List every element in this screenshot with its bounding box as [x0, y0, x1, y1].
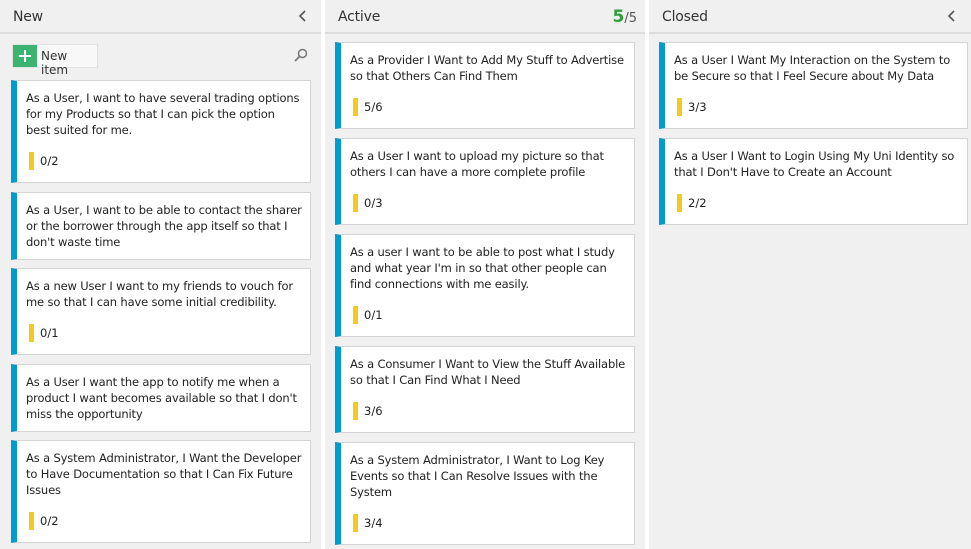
task-count: 0/3 [364, 196, 383, 210]
column-header-closed: Closed [649, 0, 971, 34]
card[interactable]: As a user I want to be able to post what… [335, 234, 635, 337]
task-progress-bar [353, 402, 358, 420]
task-count: 3/4 [364, 516, 383, 530]
column-active: Active 5/5 As a Provider I Want to Add M… [325, 0, 645, 549]
kanban-board: New New item As a User, I want to have s… [0, 0, 971, 549]
card-title[interactable]: As a System Administrator, I Want the De… [26, 450, 302, 498]
column-header-active: Active 5/5 [325, 0, 645, 34]
new-item-button[interactable]: New item [12, 44, 98, 77]
card[interactable]: As a System Administrator, I Want to Log… [335, 442, 635, 545]
wip-max: /5 [624, 11, 637, 26]
column-header-new: New [0, 0, 321, 34]
task-count: 0/1 [364, 308, 383, 322]
new-item-label: New item [41, 49, 69, 77]
card-title[interactable]: As a User, I want to have several tradin… [26, 90, 302, 138]
column-closed: Closed As a User I Want My Interaction o… [649, 0, 971, 549]
column-title: Closed [662, 9, 708, 25]
task-progress-bar [353, 514, 358, 532]
task-progress-bar [29, 324, 34, 342]
task-count: 3/6 [364, 404, 383, 418]
card-title[interactable]: As a User I want the app to notify me wh… [26, 374, 302, 422]
card-title[interactable]: As a System Administrator, I Want to Log… [350, 452, 626, 500]
card-title[interactable]: As a User I want to upload my picture so… [350, 148, 626, 180]
task-count: 5/6 [364, 100, 383, 114]
card-title[interactable]: As a Consumer I Want to View the Stuff A… [350, 356, 626, 388]
card[interactable]: As a Consumer I Want to View the Stuff A… [335, 346, 635, 433]
card-title[interactable]: As a User, I want to be able to contact … [26, 202, 302, 250]
card[interactable]: As a User I Want My Interaction on the S… [659, 42, 968, 129]
card[interactable]: As a User I want to upload my picture so… [335, 138, 635, 225]
card-title[interactable]: As a Provider I Want to Add My Stuff to … [350, 52, 626, 84]
task-progress-bar [29, 512, 34, 530]
task-count: 0/2 [40, 514, 59, 528]
task-progress-bar [353, 194, 358, 212]
card-title[interactable]: As a user I want to be able to post what… [350, 244, 626, 292]
task-count: 0/1 [40, 326, 59, 340]
task-count: 3/3 [688, 100, 707, 114]
task-progress-bar [353, 306, 358, 324]
card[interactable]: As a User I Want to Login Using My Uni I… [659, 138, 968, 225]
task-count: 0/2 [40, 154, 59, 168]
search-icon[interactable] [293, 47, 309, 63]
card[interactable]: As a User, I want to have several tradin… [11, 80, 311, 183]
chevron-left-icon[interactable] [296, 9, 310, 23]
wip-limit: 5/5 [613, 7, 638, 27]
card[interactable]: As a System Administrator, I Want the De… [11, 440, 311, 543]
card[interactable]: As a new User I want to my friends to vo… [11, 268, 311, 355]
card-title[interactable]: As a User I Want My Interaction on the S… [674, 52, 959, 84]
column-new: New New item As a User, I want to have s… [0, 0, 321, 549]
card-title[interactable]: As a new User I want to my friends to vo… [26, 278, 302, 310]
card-title[interactable]: As a User I Want to Login Using My Uni I… [674, 148, 959, 180]
task-progress-bar [29, 152, 34, 170]
card[interactable]: As a User, I want to be able to contact … [11, 192, 311, 260]
wip-current: 5 [612, 7, 625, 27]
card[interactable]: As a User I want the app to notify me wh… [11, 364, 311, 432]
task-progress-bar [677, 194, 682, 212]
column-title: New [13, 9, 43, 25]
card[interactable]: As a Provider I Want to Add My Stuff to … [335, 42, 635, 129]
chevron-left-icon[interactable] [945, 9, 959, 23]
task-progress-bar [677, 98, 682, 116]
task-progress-bar [353, 98, 358, 116]
plus-icon [13, 45, 37, 67]
task-count: 2/2 [688, 196, 707, 210]
column-title: Active [338, 9, 381, 25]
